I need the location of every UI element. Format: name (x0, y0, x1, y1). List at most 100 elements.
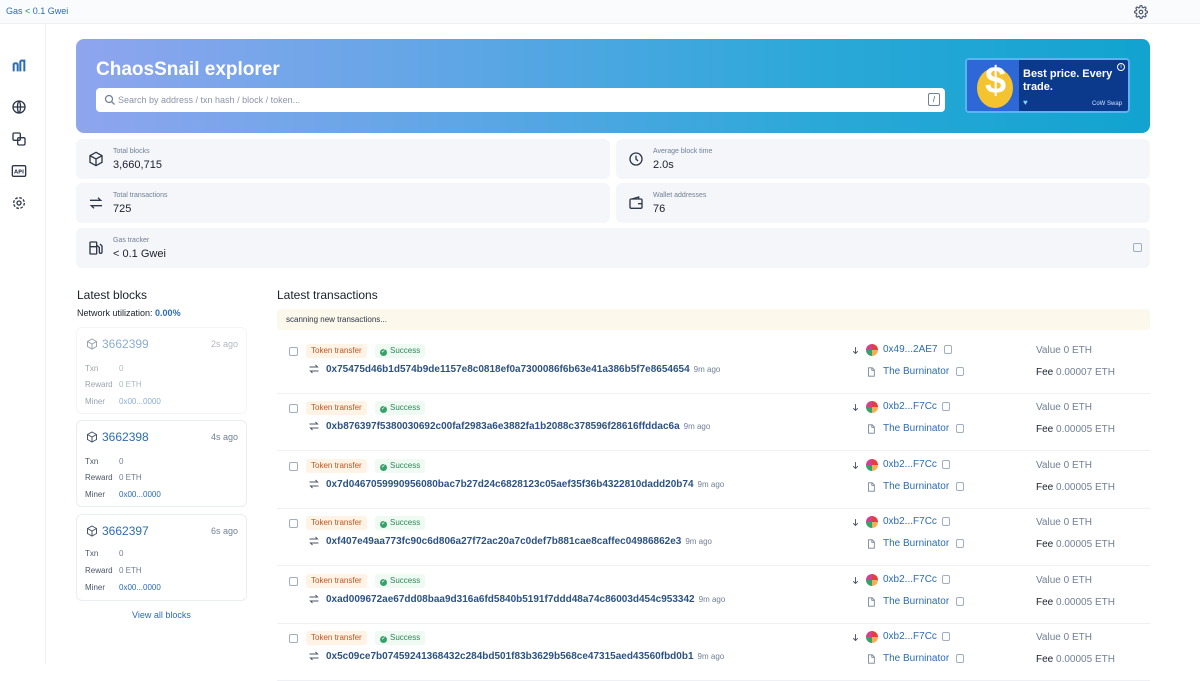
tx-fee: Fee 0.00005 ETH (1036, 482, 1115, 493)
dollar-icon: $ (985, 60, 1007, 102)
copy-icon[interactable] (942, 517, 950, 526)
api-icon[interactable]: API (11, 163, 27, 179)
cube-icon (87, 431, 97, 443)
tx-age: 9m ago (697, 652, 725, 661)
contract-icon (868, 482, 875, 492)
tx-hash-link[interactable]: 0xb876397f5380030692c00faf2983a6e3882fa1… (326, 421, 680, 432)
copy-icon[interactable] (942, 402, 950, 411)
stat-value: 2.0s (653, 159, 674, 171)
swap-icon (89, 197, 103, 209)
row-select-checkbox[interactable] (289, 519, 298, 528)
copy-icon[interactable] (956, 654, 964, 663)
gas-price-link[interactable]: Gas < 0.1 Gwei (6, 6, 68, 16)
stat-label: Total transactions (113, 192, 168, 199)
stat-wallet-addresses: Wallet addresses 76 (616, 183, 1150, 223)
tx-hash-row: 0xad009672ae67dd08baa9d316a6fd5840b5191f… (326, 594, 725, 605)
to-address-link[interactable]: The Burninator (883, 538, 949, 549)
block-number-link[interactable]: 3662399 (102, 337, 149, 351)
copy-icon[interactable] (956, 367, 964, 376)
tx-value: Value 0 ETH (1036, 575, 1092, 586)
tx-hash-link[interactable]: 0xf407e49aa773fc90c6d806a27f72ac20a7c0de… (326, 536, 681, 547)
block-miner-link[interactable]: 0x00...0000 (119, 583, 161, 592)
address-avatar (866, 574, 878, 586)
tx-hash-link[interactable]: 0x75475d46b1d574b9de1157e8c0818ef0a73000… (326, 364, 690, 375)
copy-icon[interactable] (944, 345, 952, 354)
tx-age: 9m ago (693, 365, 721, 374)
stat-label: Total blocks (113, 148, 150, 155)
copy-icon[interactable] (956, 539, 964, 548)
copy-icon[interactable] (942, 575, 950, 584)
to-address-link[interactable]: The Burninator (883, 653, 949, 664)
stat-value: < 0.1 Gwei (113, 248, 166, 260)
info-icon[interactable]: i (1117, 63, 1125, 71)
row-select-checkbox[interactable] (289, 577, 298, 586)
block-card[interactable]: 3662397 6s ago Txn 0 Reward 0 ETH Miner … (76, 514, 247, 601)
ad-banner[interactable]: $ Best price. Every trade. ♥ CoW Swap i (965, 58, 1130, 113)
tx-hash-row: 0xf407e49aa773fc90c6d806a27f72ac20a7c0de… (326, 536, 712, 547)
search-bar[interactable]: / (96, 88, 945, 112)
tx-hash-link[interactable]: 0x7d0467059990956080bac7b27d24c6828123c0… (326, 479, 694, 490)
row-select-checkbox[interactable] (289, 404, 298, 413)
copy-icon[interactable] (956, 597, 964, 606)
block-card[interactable]: 3662398 4s ago Txn 0 Reward 0 ETH Miner … (76, 420, 247, 507)
row-select-checkbox[interactable] (289, 347, 298, 356)
gear-icon[interactable] (11, 195, 27, 211)
block-number-link[interactable]: 3662398 (102, 430, 149, 444)
from-address-link[interactable]: 0xb2...F7Cc (883, 401, 937, 412)
row-select-checkbox[interactable] (289, 462, 298, 471)
block-card[interactable]: 3662399 2s ago Txn 0 Reward 0 ETH Miner … (76, 327, 247, 414)
logo-icon[interactable] (11, 58, 27, 74)
copy-icon[interactable] (956, 424, 964, 433)
block-txn-label: Txn (85, 549, 99, 558)
ad-text: Best price. Every trade. (1023, 68, 1113, 93)
tx-type-badge: Token transfer (306, 401, 367, 415)
tx-value-label: Value (1036, 575, 1061, 586)
tokens-icon[interactable] (11, 131, 27, 147)
tx-fee-label: Fee (1036, 654, 1054, 665)
from-address-link[interactable]: 0xb2...F7Cc (883, 459, 937, 470)
block-reward-value: 0 ETH (119, 566, 142, 575)
latest-blocks-title: Latest blocks (77, 288, 148, 302)
block-miner-link[interactable]: 0x00...0000 (119, 490, 161, 499)
transaction-row[interactable]: Token transfer ✓ Success 0xad009672ae67dd… (277, 567, 1150, 624)
gear-icon[interactable] (1134, 5, 1148, 19)
transaction-row[interactable]: Token transfer ✓ Success 0xf407e49aa773fc… (277, 509, 1150, 566)
transaction-row[interactable]: Token transfer ✓ Success 0x75475d46b1d574… (277, 337, 1150, 394)
arrow-down-icon (852, 462, 859, 470)
from-address-link[interactable]: 0xb2...F7Cc (883, 574, 937, 585)
check-icon: ✓ (380, 579, 387, 586)
to-address-link[interactable]: The Burninator (883, 366, 949, 377)
transaction-row[interactable]: Token transfer ✓ Success 0x7d046705999095… (277, 452, 1150, 509)
block-number-link[interactable]: 3662397 (102, 524, 149, 538)
copy-icon[interactable] (942, 460, 950, 469)
view-all-blocks-link[interactable]: View all blocks (132, 610, 191, 620)
transaction-row[interactable]: Token transfer ✓ Success 0x5c09ce7b074592… (277, 624, 1150, 681)
block-miner-link[interactable]: 0x00...0000 (119, 397, 161, 406)
to-address-link[interactable]: The Burninator (883, 481, 949, 492)
tx-hash-link[interactable]: 0x5c09ce7b07459241368432c284bd501f83b362… (326, 651, 694, 662)
address-avatar (866, 459, 878, 471)
to-address-link[interactable]: The Burninator (883, 596, 949, 607)
tx-fee-amount: 0.00007 ETH (1056, 367, 1115, 378)
tx-fee: Fee 0.00005 ETH (1036, 597, 1115, 608)
tx-fee-amount: 0.00005 ETH (1056, 654, 1115, 665)
scanning-banner: scanning new transactions... (277, 309, 1150, 330)
globe-icon[interactable] (11, 99, 27, 115)
address-avatar (866, 516, 878, 528)
to-address-link[interactable]: The Burninator (883, 423, 949, 434)
info-icon[interactable] (1133, 243, 1142, 252)
from-address-link[interactable]: 0x49...2AE7 (883, 344, 937, 355)
copy-icon[interactable] (956, 482, 964, 491)
from-address-link[interactable]: 0xb2...F7Cc (883, 516, 937, 527)
address-avatar (866, 401, 878, 413)
tx-hash-link[interactable]: 0xad009672ae67dd08baa9d316a6fd5840b5191f… (326, 594, 695, 605)
check-icon: ✓ (380, 636, 387, 643)
search-input[interactable] (118, 88, 918, 112)
tx-age: 9m ago (685, 537, 712, 546)
from-address-link[interactable]: 0xb2...F7Cc (883, 631, 937, 642)
tx-status-badge: ✓ Success (375, 459, 426, 473)
transaction-row[interactable]: Token transfer ✓ Success 0xb876397f538003… (277, 394, 1150, 451)
stat-value: 76 (653, 203, 666, 215)
row-select-checkbox[interactable] (289, 634, 298, 643)
copy-icon[interactable] (942, 632, 950, 641)
